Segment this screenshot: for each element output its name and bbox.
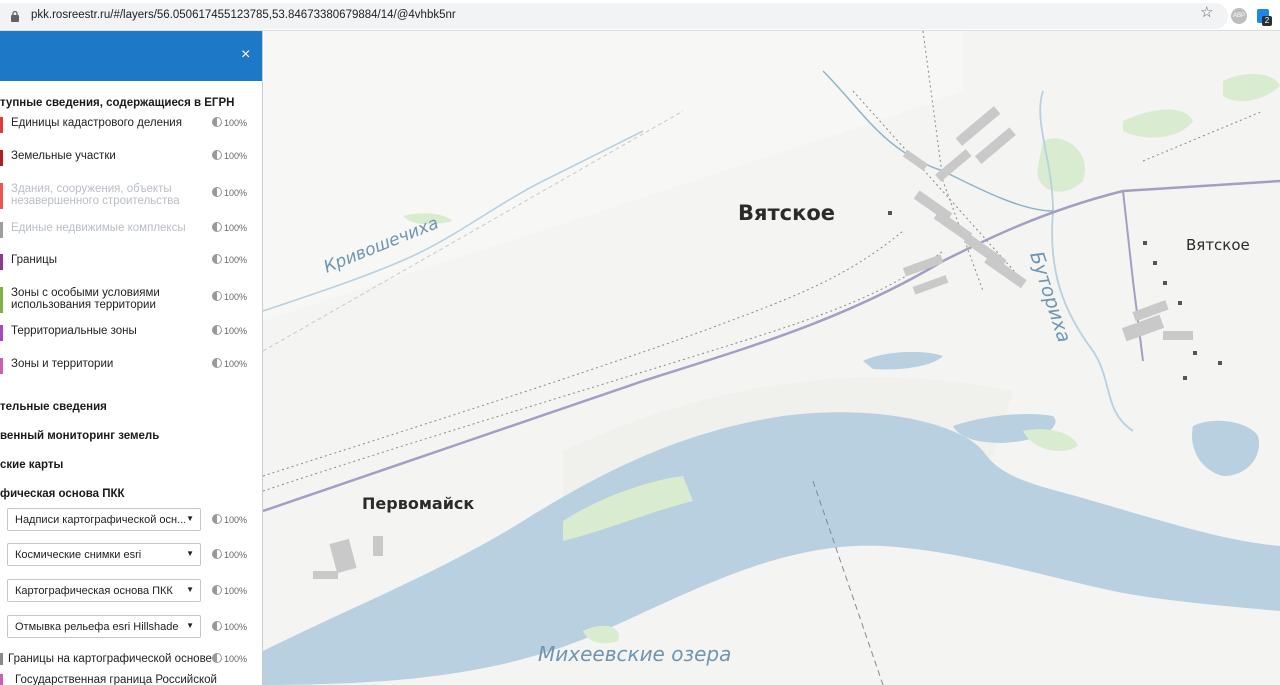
layer-swatch <box>0 222 3 238</box>
layer-swatch <box>0 674 3 685</box>
water-label-mikheevskie: Михеевские озера <box>538 642 732 666</box>
opacity-icon <box>212 150 222 160</box>
layer-label: Границы <box>11 254 57 266</box>
opacity-icon <box>212 254 222 264</box>
lake <box>1192 420 1259 476</box>
layer-swatch <box>0 117 3 133</box>
layer-label: Здания, сооружения, объекты незавершенно… <box>11 183 180 207</box>
opacity-value: 100% <box>224 654 248 664</box>
opacity-icon <box>212 117 222 127</box>
layer-swatch <box>0 254 3 270</box>
opacity-control[interactable]: 100% <box>212 653 247 664</box>
opacity-icon <box>212 325 222 335</box>
layer-label: Зоны и территории <box>11 358 114 370</box>
opacity-icon <box>212 653 222 663</box>
opacity-icon <box>212 549 222 559</box>
opacity-value: 100% <box>224 255 248 265</box>
opacity-value: 100% <box>224 515 248 525</box>
chevron-down-icon: ▼ <box>186 514 194 523</box>
layer-label: Земельные участки <box>11 150 116 162</box>
chevron-down-icon: ▼ <box>186 621 194 630</box>
place-label-pervomaysk: Первомайск <box>362 494 475 513</box>
opacity-value: 100% <box>224 359 248 369</box>
layer-swatch <box>0 325 3 341</box>
opacity-control[interactable]: 100% <box>212 117 247 128</box>
opacity-control[interactable]: 100% <box>212 585 247 596</box>
place-label-vyatskoe-east: Вятское <box>1186 236 1250 254</box>
opacity-icon <box>212 358 222 368</box>
opacity-control[interactable]: 100% <box>212 254 247 265</box>
layer-label: Зоны с особыми условиями использования т… <box>11 287 160 311</box>
layer-label: Единицы кадастрового деления <box>11 117 182 129</box>
opacity-value: 100% <box>224 326 248 336</box>
opacity-control[interactable]: 100% <box>212 325 247 336</box>
opacity-control[interactable]: 100% <box>212 621 247 632</box>
opacity-value: 100% <box>224 586 248 596</box>
map-canvas[interactable]: Вятское Вятское Первомайск Кривошечиха Б… <box>263 31 1280 685</box>
opacity-control[interactable]: 100% <box>212 514 247 525</box>
opacity-icon <box>212 222 222 232</box>
basemap-select[interactable]: Отмывка рельефа esri Hillshade ▼ <box>7 615 201 638</box>
layer-label: Территориальные зоны <box>11 325 137 337</box>
section-title-basemap[interactable]: фическая основа ПКК <box>0 488 125 500</box>
layer-swatch <box>0 653 3 665</box>
basemap-select-value: Надписи картографической осн... <box>15 514 185 526</box>
panel-header: × <box>0 31 262 81</box>
browser-address-bar: pkk.rosreestr.ru/#/layers/56.05061745512… <box>0 0 1280 31</box>
layer-label: Границы на картографической основе <box>8 653 212 665</box>
basemap-select[interactable]: Картографическая основа ПКК ▼ <box>7 579 201 602</box>
layer-label: Единые недвижимые комплексы <box>11 222 186 234</box>
url-field[interactable]: pkk.rosreestr.ru/#/layers/56.05061745512… <box>0 3 1228 29</box>
opacity-control[interactable]: 100% <box>212 549 247 560</box>
layer-swatch <box>0 150 3 166</box>
opacity-value: 100% <box>224 151 248 161</box>
layer-label: Государственная граница Российской <box>15 674 217 685</box>
basemap-select-value: Космические снимки esri <box>15 549 142 561</box>
opacity-value: 100% <box>224 223 248 233</box>
extension-badge: 2 <box>1262 16 1272 26</box>
adblock-extension-icon[interactable]: ABP <box>1231 8 1247 24</box>
opacity-value: 100% <box>224 118 248 128</box>
basemap-select[interactable]: Надписи картографической осн... ▼ <box>7 508 201 531</box>
opacity-icon <box>212 621 222 631</box>
lock-icon <box>11 10 19 22</box>
chevron-down-icon: ▼ <box>186 585 194 594</box>
basemap-select-value: Картографическая основа ПКК <box>15 585 173 597</box>
opacity-value: 100% <box>224 550 248 560</box>
basemap-select[interactable]: Космические снимки esri ▼ <box>7 543 201 566</box>
layers-panel: × тупные сведения, содержащиеся в ЕГРН Е… <box>0 31 263 685</box>
opacity-control[interactable]: 100% <box>212 187 247 198</box>
opacity-control[interactable]: 100% <box>212 291 247 302</box>
basemap-select-value: Отмывка рельефа esri Hillshade <box>15 621 179 633</box>
opacity-value: 100% <box>224 188 248 198</box>
section-title-egrn[interactable]: тупные сведения, содержащиеся в ЕГРН <box>0 97 234 109</box>
place-label-vyatskoe-main: Вятское <box>738 201 836 225</box>
opacity-value: 100% <box>224 292 248 302</box>
river-water <box>263 412 1280 685</box>
opacity-control[interactable]: 100% <box>212 150 247 161</box>
map-graphics <box>263 31 1280 685</box>
opacity-icon <box>212 187 222 197</box>
opacity-control[interactable]: 100% <box>212 358 247 369</box>
layer-swatch <box>0 183 3 209</box>
opacity-control[interactable]: 100% <box>212 222 247 233</box>
opacity-value: 100% <box>224 622 248 632</box>
close-icon[interactable]: × <box>241 46 250 64</box>
section-title-monitoring[interactable]: венный мониторинг земель <box>0 430 159 442</box>
opacity-icon <box>212 585 222 595</box>
url-text: pkk.rosreestr.ru/#/layers/56.05061745512… <box>31 9 456 21</box>
opacity-icon <box>212 514 222 524</box>
section-title-additional[interactable]: тельные сведения <box>0 401 107 413</box>
layer-swatch <box>0 287 3 313</box>
section-title-maps[interactable]: ские карты <box>0 459 63 471</box>
chevron-down-icon: ▼ <box>186 549 194 558</box>
layer-swatch <box>0 358 3 374</box>
star-icon[interactable]: ☆ <box>1200 3 1213 21</box>
opacity-icon <box>212 291 222 301</box>
